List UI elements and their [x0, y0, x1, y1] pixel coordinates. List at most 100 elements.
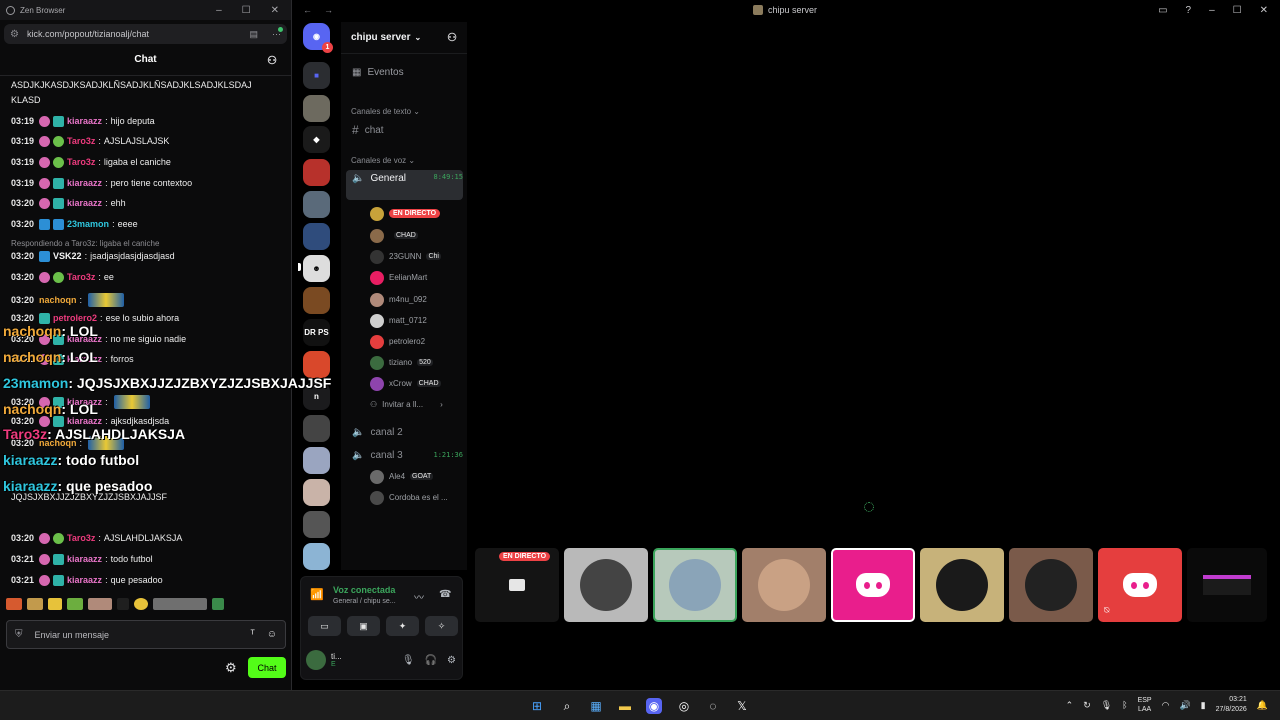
chat-message[interactable]: 03:19 kiaraazz: pero tiene contextoo [11, 178, 192, 189]
message-username[interactable]: nachoqn [39, 295, 77, 306]
voice-user[interactable]: tiziano 520 [370, 354, 433, 371]
translate-icon[interactable]: ᵀ [250, 629, 254, 640]
message-username[interactable]: Taro3z [67, 533, 95, 544]
explorer-icon[interactable]: ▬ [617, 698, 633, 714]
widgets-icon[interactable]: ▦ [588, 698, 604, 714]
site-settings-icon[interactable]: ⚙ [10, 29, 19, 40]
user-name[interactable]: 23GUNN [389, 252, 421, 261]
message-username[interactable]: Taro3z [67, 157, 95, 168]
server-icon[interactable] [303, 543, 330, 570]
server-icon[interactable] [303, 511, 330, 538]
category-label[interactable]: Canales de texto [351, 107, 411, 116]
user-name[interactable]: m4nu_092 [389, 295, 427, 304]
close-button[interactable]: ✕ [1260, 5, 1268, 16]
emote-icon[interactable] [134, 598, 148, 610]
mic-icon[interactable]: 🎙 [1101, 700, 1112, 711]
close-button[interactable]: ✕ [271, 5, 279, 16]
headphones-icon[interactable]: 🎧 [425, 655, 437, 666]
soundboard-button[interactable]: ✧ [425, 616, 458, 636]
inbox-icon[interactable]: ▭ [1158, 5, 1167, 16]
participant-tile[interactable] [742, 548, 826, 622]
voice-status[interactable]: Voz conectada [333, 585, 395, 595]
chat-message[interactable]: 03:20 23mamon: eeee [11, 219, 138, 230]
chat-message[interactable]: 03:21 kiaraazz: todo futbol [11, 554, 153, 565]
add-member-icon[interactable]: ⚇ [447, 31, 457, 44]
voice-user[interactable]: Cordoba es el ... [370, 489, 448, 506]
voice-user[interactable]: EN DIRECTO [370, 205, 441, 222]
stream-tile[interactable]: EN DIRECTO [475, 548, 559, 622]
participant-tile[interactable] [1009, 548, 1093, 622]
start-icon[interactable]: ⊞ [529, 698, 545, 714]
clock[interactable]: 03:21 27/8/2026 [1216, 695, 1247, 715]
server-icon[interactable] [303, 415, 330, 442]
language-indicator[interactable]: ESP LAA [1138, 696, 1152, 714]
x-icon[interactable]: 𝕏 [734, 698, 750, 714]
voice-user[interactable]: CHAD [370, 227, 418, 244]
voice-channel-canal3[interactable]: 🔈 canal 3 1:21:36 [351, 446, 463, 464]
search-icon[interactable]: ⌕ [559, 698, 575, 714]
participant-tile[interactable]: ⍉ [1098, 548, 1182, 622]
reader-icon[interactable]: ▤ [249, 29, 258, 40]
chat-message[interactable]: 03:19 Taro3z: ligaba el caniche [11, 157, 171, 168]
emoji-icon[interactable]: ☺ [267, 629, 277, 640]
channel-chat[interactable]: # chat [351, 121, 463, 139]
noise-suppression-icon[interactable]: 〰 [414, 589, 424, 604]
users-icon[interactable]: ⚇ [267, 54, 277, 67]
user-name[interactable]: Cordoba es el ... [389, 493, 448, 502]
server-icon[interactable]: ◆ [303, 126, 330, 153]
folder-icon[interactable]: ■ [303, 62, 330, 89]
channel-label[interactable]: canal 3 [370, 450, 402, 461]
user-name[interactable]: petrolero2 [389, 337, 425, 346]
chat-message[interactable]: 03:20 VSK22: jsadjasjdasjdjasdjasd [11, 251, 175, 262]
message-username[interactable]: Taro3z [67, 272, 95, 283]
server-icon[interactable] [303, 223, 330, 250]
channel-label[interactable]: General [370, 173, 406, 184]
volume-icon[interactable]: 🔊 [1179, 700, 1190, 711]
server-icon[interactable] [303, 479, 330, 506]
user-name[interactable]: matt_0712 [389, 316, 427, 325]
server-name[interactable]: chipu server [351, 32, 410, 43]
battery-icon[interactable]: ▮ [1201, 700, 1206, 711]
back-icon[interactable]: ← [303, 5, 312, 15]
user-name[interactable]: ti... [331, 652, 342, 661]
chat-message[interactable]: 03:21 kiaraazz: que pesadoo [11, 575, 163, 586]
disconnect-icon[interactable]: ☎ [439, 589, 451, 600]
emote-icon[interactable] [212, 598, 224, 610]
maximize-button[interactable]: ☐ [1233, 5, 1242, 16]
screen-share-button[interactable]: ▣ [347, 616, 380, 636]
message-username[interactable]: VSK22 [53, 251, 82, 262]
channel-label[interactable]: chat [365, 125, 384, 136]
emote-bar[interactable] [6, 598, 224, 610]
user-name[interactable]: tiziano [389, 358, 412, 367]
server-icon[interactable] [303, 191, 330, 218]
url-text[interactable]: kick.com/popout/tizianoalj/chat [27, 29, 149, 39]
help-icon[interactable]: ? [1186, 5, 1192, 16]
participant-tile[interactable] [920, 548, 1004, 622]
forward-icon[interactable]: → [324, 5, 333, 15]
discord-home-icon[interactable]: ◉ 1 [303, 23, 333, 53]
app-icon[interactable]: ◎ [676, 698, 692, 714]
drops-server-icon[interactable]: DR PS [303, 319, 330, 346]
zen-icon[interactable]: ◌ [705, 698, 721, 714]
invite-label[interactable]: Invitar a ll... [382, 400, 423, 409]
voice-channel-general[interactable]: 🔈 General 8:49:15 [346, 170, 463, 200]
bluetooth-icon[interactable]: ᛒ [1122, 700, 1127, 710]
message-username[interactable]: kiaraazz [67, 198, 102, 209]
chat-message[interactable]: 03:20 kiaraazz: ehh [11, 198, 126, 209]
chat-message[interactable]: 03:19 kiaraazz: hijo deputa [11, 116, 155, 127]
chevron-down-icon[interactable]: ⌄ [414, 33, 421, 42]
message-username[interactable]: kiaraazz [67, 116, 102, 127]
settings-icon[interactable]: ⚙ [447, 655, 456, 666]
voice-user[interactable]: m4nu_092 [370, 291, 427, 308]
events-item[interactable]: ▦ Eventos [352, 67, 404, 78]
avatar[interactable] [306, 650, 326, 670]
message-username[interactable]: kiaraazz [67, 554, 102, 565]
server-icon[interactable] [303, 95, 330, 122]
chat-message[interactable]: 03:20 nachoqn: [11, 293, 125, 307]
server-icon[interactable]: ☻ [303, 255, 330, 282]
activities-button[interactable]: ✦ [386, 616, 419, 636]
user-name[interactable]: Ale4 [389, 472, 405, 481]
category-label[interactable]: Canales de voz [351, 156, 406, 165]
participant-tile[interactable] [564, 548, 648, 622]
server-icon[interactable] [303, 287, 330, 314]
